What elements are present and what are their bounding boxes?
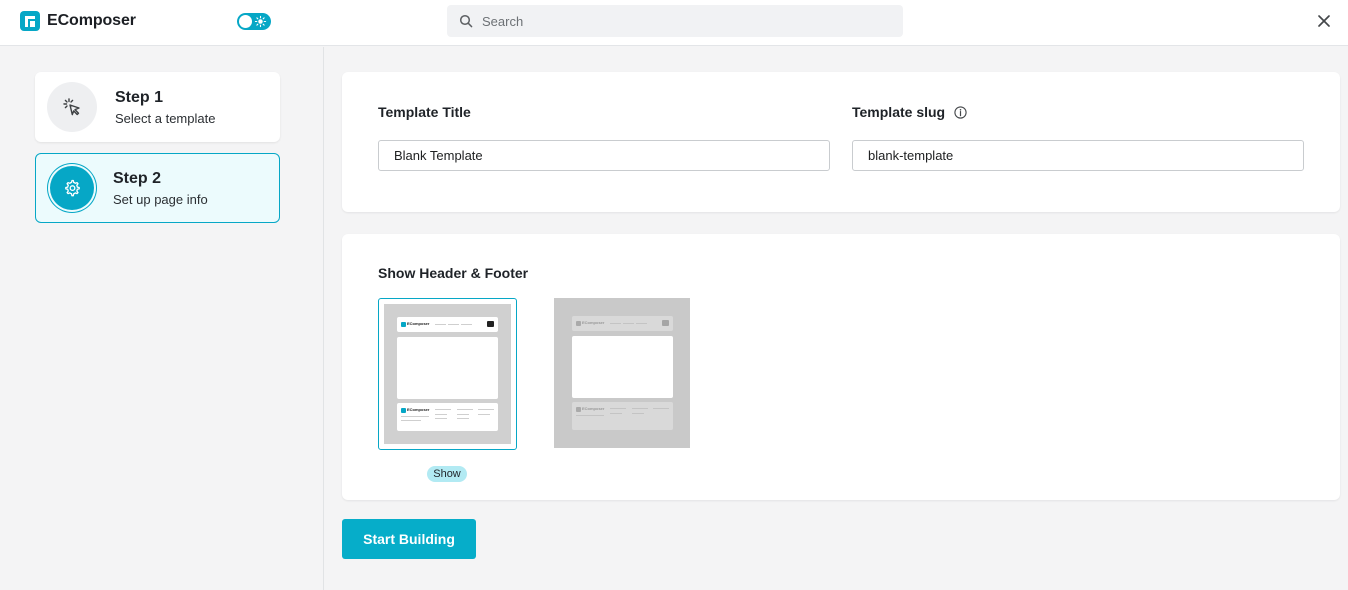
preview-footer-line	[457, 418, 469, 419]
preview-body	[397, 337, 498, 399]
preview-header-disabled: EComposer	[572, 316, 673, 331]
step-1-subtitle: Select a template	[115, 111, 216, 126]
preview-nav-line	[448, 324, 459, 325]
preview-footer-line	[457, 409, 473, 410]
preview-nav-line	[636, 323, 647, 324]
preview-logo-icon	[576, 321, 581, 326]
template-slug-input[interactable]	[852, 140, 1304, 171]
preview-cart-icon	[662, 320, 669, 326]
app-logo[interactable]: EComposer	[20, 11, 136, 31]
close-icon[interactable]	[1317, 14, 1331, 28]
preview-footer-line	[632, 413, 644, 414]
preview-footer: EComposer	[397, 403, 498, 431]
hide-header-footer-option[interactable]: EComposer EComposer	[554, 298, 690, 448]
preview-footer-line	[457, 414, 469, 415]
step-2-title: Step 2	[113, 170, 162, 187]
preview-brand: EComposer	[407, 321, 430, 326]
preview-header: EComposer	[397, 317, 498, 332]
preview-footer-line	[401, 416, 429, 417]
ecomposer-logo-icon	[20, 11, 40, 31]
hide-preview: EComposer EComposer	[554, 298, 690, 448]
preview-nav-line	[610, 323, 621, 324]
start-building-button[interactable]: Start Building	[342, 519, 476, 559]
preview-logo-icon	[401, 322, 406, 327]
preview-body	[572, 336, 673, 398]
preview-nav-line	[461, 324, 472, 325]
preview-cart-icon	[487, 321, 494, 327]
step-2-page-info[interactable]: Step 2 Set up page info	[35, 153, 280, 223]
header-footer-title: Show Header & Footer	[378, 265, 529, 281]
preview-footer-brand: EComposer	[582, 406, 605, 411]
search-icon	[459, 14, 473, 28]
preview-footer-line	[653, 408, 669, 409]
cursor-click-icon	[63, 98, 80, 116]
step-1-icon-wrap	[47, 82, 97, 132]
preview-nav-line	[435, 324, 446, 325]
preview-footer-line	[610, 413, 622, 414]
step-1-title: Step 1	[115, 89, 164, 106]
preview-footer-line	[401, 420, 421, 421]
preview-footer-logo-icon	[401, 408, 406, 413]
preview-footer-line	[632, 408, 648, 409]
template-info-card: Template Title Template slug	[342, 72, 1340, 212]
header-footer-card: Show Header & Footer EComposer EComposer	[342, 234, 1340, 500]
top-bar: EComposer	[0, 0, 1348, 46]
preview-footer-line	[435, 409, 451, 410]
step-2-text: Step 2 Set up page info	[113, 169, 208, 207]
preview-footer-brand: EComposer	[407, 407, 430, 412]
template-title-input[interactable]	[378, 140, 830, 171]
theme-toggle[interactable]	[237, 13, 271, 30]
preview-footer-line	[435, 418, 447, 419]
preview-footer-line	[478, 414, 490, 415]
search-bar[interactable]	[447, 5, 903, 37]
sun-icon	[254, 15, 267, 28]
show-badge: Show	[427, 466, 467, 482]
preview-footer-disabled: EComposer	[572, 402, 673, 430]
preview-brand: EComposer	[582, 320, 605, 325]
toggle-knob	[239, 15, 252, 28]
info-icon[interactable]	[954, 105, 967, 119]
steps-sidebar: Step 1 Select a template Step 2 Set up p…	[0, 47, 324, 590]
template-title-label-text: Template Title	[378, 104, 471, 120]
app-name: EComposer	[47, 12, 136, 29]
step-2-subtitle: Set up page info	[113, 192, 208, 207]
gear-icon	[65, 179, 80, 197]
preview-footer-line	[478, 409, 494, 410]
step-1-select-template[interactable]: Step 1 Select a template	[35, 72, 280, 142]
show-preview: EComposer EComposer	[384, 304, 511, 444]
template-title-label: Template Title	[378, 104, 471, 120]
show-header-footer-option[interactable]: EComposer EComposer	[378, 298, 517, 450]
preview-footer-line	[610, 408, 626, 409]
preview-footer-logo-icon	[576, 407, 581, 412]
step-1-text: Step 1 Select a template	[115, 88, 215, 126]
preview-nav-line	[623, 323, 634, 324]
preview-footer-line	[435, 414, 447, 415]
template-slug-label-text: Template slug	[852, 104, 946, 120]
template-slug-label: Template slug	[852, 104, 967, 120]
step-2-icon-wrap	[50, 166, 94, 210]
preview-footer-line	[576, 415, 604, 416]
search-input[interactable]	[482, 13, 882, 29]
